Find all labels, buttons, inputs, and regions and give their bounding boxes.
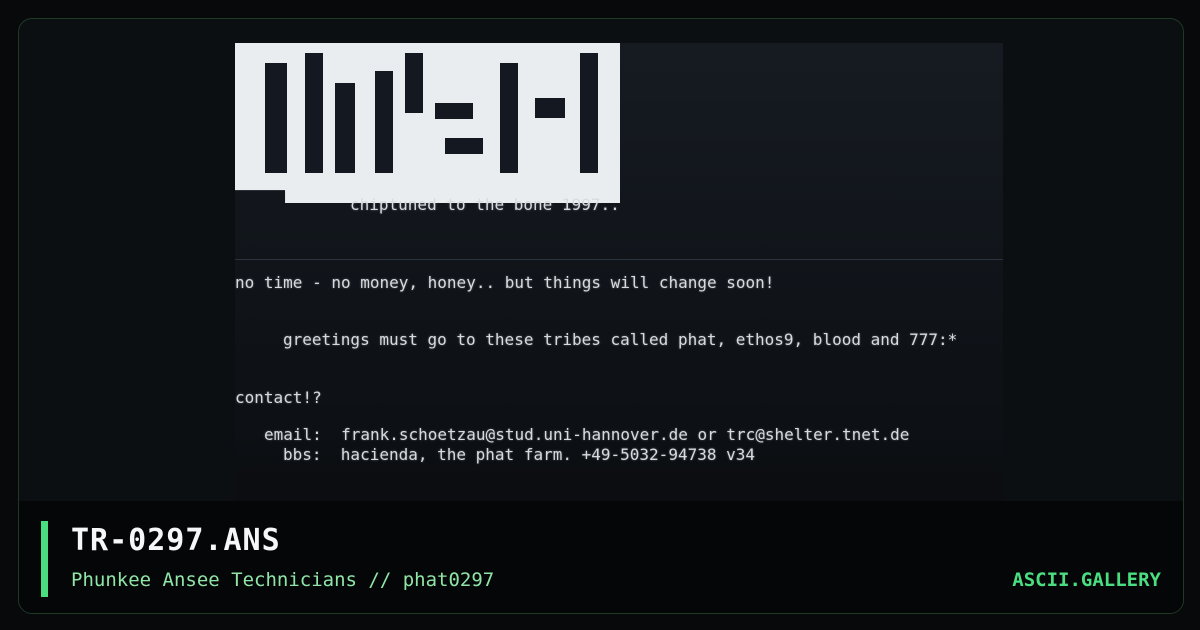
file-title: TR-0297.ANS [71,523,281,558]
ansi-logo-graphic [235,43,620,203]
art-tagline: chiptuned to the bone 1997.. [350,195,620,214]
footer-bar: TR-0297.ANS Phunkee Ansee Technicians //… [19,501,1183,613]
art-email: email: frank.schoetzau@stud.uni-hannover… [264,425,910,444]
site-brand[interactable]: ASCII.GALLERY [1012,569,1161,591]
card-frame: chiptuned to the bone 1997.. no time - n… [18,18,1184,614]
art-contact-heading: contact!? [235,388,322,407]
art-greetings: greetings must go to these tribes called… [283,330,958,349]
ansi-art-preview: chiptuned to the bone 1997.. no time - n… [235,43,1003,519]
art-bbs: bbs: hacienda, the phat farm. +49-5032-9… [283,445,756,464]
group-subtitle: Phunkee Ansee Technicians // phat0297 [71,569,495,591]
accent-bar [41,521,48,597]
art-message: no time - no money, honey.. but things w… [235,273,775,292]
art-divider [235,259,1003,260]
